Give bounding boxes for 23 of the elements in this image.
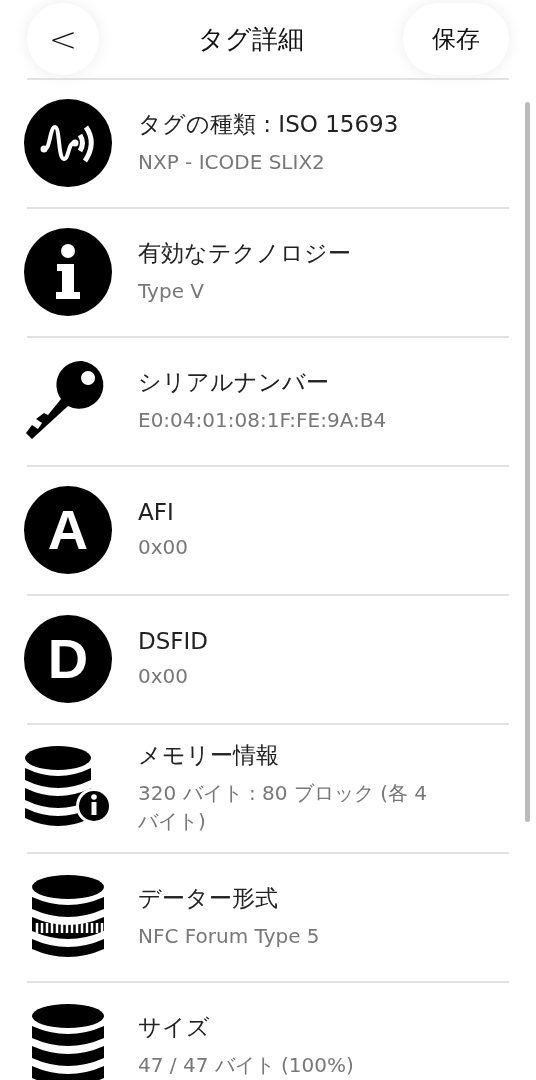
save-button[interactable]: 保存 [403, 3, 509, 75]
page-title: タグ詳細 [198, 22, 304, 56]
row-value: E0:04:01:08:1F:FE:9A:B4 [138, 407, 387, 434]
info-icon [24, 227, 112, 316]
row-value: NFC Forum Type 5 [138, 923, 320, 950]
row-value: 47 / 47 バイト (100%) [138, 1052, 354, 1079]
row-label: 有効なテクノロジー [138, 239, 351, 268]
row-label: データー形式 [138, 884, 279, 913]
row-value: Type V [138, 278, 205, 305]
back-button[interactable]: < [27, 3, 99, 75]
row-label: タグの種類 : ISO 15693 [138, 110, 399, 139]
row-value: NXP - ICODE SLIX2 [138, 149, 326, 176]
row-label: AFI [138, 498, 175, 525]
row-value: 0x00 [138, 533, 188, 561]
nfc-icon [24, 98, 112, 187]
row-label: DSFID [138, 627, 209, 654]
row-label: シリアルナンバー [138, 368, 330, 397]
row-label: サイズ [138, 1013, 211, 1042]
row-label: メモリー情報 [138, 741, 280, 770]
row-value: 320 バイト : 80 ブロック (各 4 バイト) [138, 780, 428, 835]
row-value: 0x00 [138, 662, 189, 690]
letter-icon: A [24, 485, 112, 574]
letter-icon: D [24, 614, 112, 703]
